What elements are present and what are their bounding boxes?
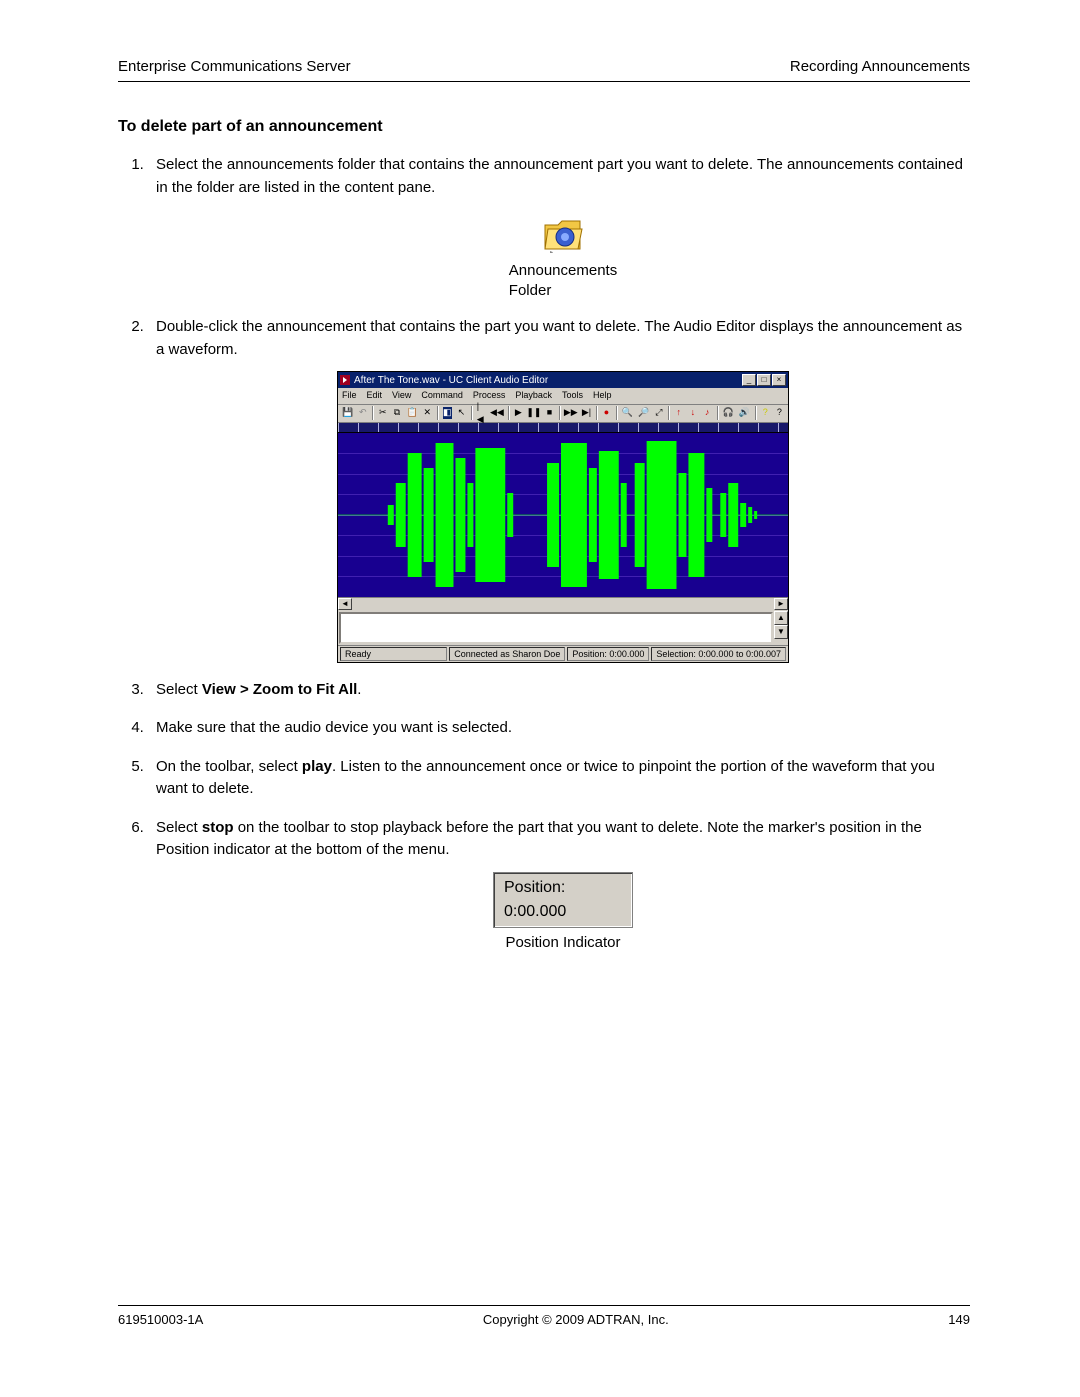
page-footer: 619510003-1A Copyright © 2009 ADTRAN, In… [118, 1305, 970, 1327]
menu-edit[interactable]: Edit [367, 389, 383, 403]
step-1-text: Select the announcements folder that con… [156, 156, 963, 196]
step-5-bold: play [302, 758, 332, 775]
rewind-icon[interactable]: ◀◀ [490, 406, 504, 420]
zoom-fit-icon[interactable]: ⤢ [653, 406, 664, 420]
record-icon[interactable]: ● [601, 406, 612, 420]
menu-tools[interactable]: Tools [562, 389, 583, 403]
paste-icon[interactable]: 📋 [406, 406, 419, 420]
skip-end-icon[interactable]: ▶| [581, 406, 592, 420]
stop-icon[interactable]: ■ [544, 406, 555, 420]
step-3-bold: View > Zoom to Fit All [202, 681, 357, 698]
step-3: Select View > Zoom to Fit All. [148, 679, 970, 702]
whatsthis-icon[interactable]: ? [774, 406, 785, 420]
app-icon [340, 375, 350, 385]
waveform-icon [338, 433, 788, 597]
status-selection: Selection: 0:00.000 to 0:00.007 [651, 647, 786, 661]
announcements-folder-figure: Announcements Folder [473, 213, 653, 300]
scroll-up-icon[interactable]: ▲ [774, 611, 788, 625]
step-2-text: Double-click the announcement that conta… [156, 318, 962, 358]
toolbar: 💾 ↶ ✂ ⧉ 📋 ✕ ◧ ↖ |◀ ◀◀ ▶ ❚❚ ■ [338, 405, 788, 423]
notes-textarea[interactable] [339, 612, 773, 644]
menu-view[interactable]: View [392, 389, 411, 403]
pause-icon[interactable]: ❚❚ [527, 406, 541, 420]
close-button[interactable]: × [772, 374, 786, 386]
status-connection: Connected as Sharon Doe [449, 647, 565, 661]
footer-docnum: 619510003-1A [118, 1312, 203, 1327]
notes-area: ▲ ▼ [338, 611, 788, 645]
page-header: Enterprise Communications Server Recordi… [118, 58, 970, 82]
delete-icon[interactable]: ✕ [422, 406, 433, 420]
menu-playback[interactable]: Playback [515, 389, 552, 403]
play-icon[interactable]: ▶ [513, 406, 524, 420]
statusbar: Ready Connected as Sharon Doe Position: … [338, 645, 788, 662]
step-3-pre: Select [156, 681, 202, 698]
horizontal-scrollbar[interactable]: ◄ ► [338, 597, 788, 611]
audio-editor-window: After The Tone.wav - UC Client Audio Edi… [337, 371, 789, 663]
step-6-post: on the toolbar to stop playback before t… [156, 819, 922, 859]
fastfwd-icon[interactable]: ▶▶ [564, 406, 578, 420]
folder-label: Announcements Folder [509, 261, 617, 300]
section-heading: To delete part of an announcement [118, 118, 970, 136]
step-1: Select the announcements folder that con… [148, 154, 970, 300]
volume-down-icon[interactable]: ↓ [687, 406, 698, 420]
step-4-text: Make sure that the audio device you want… [156, 719, 512, 736]
scroll-track[interactable] [352, 598, 774, 610]
menu-help[interactable]: Help [593, 389, 612, 403]
zoom-in-icon[interactable]: 🔍 [621, 406, 634, 420]
zoom-out-icon[interactable]: 🔎 [637, 406, 650, 420]
maximize-button[interactable]: □ [757, 374, 771, 386]
step-5: On the toolbar, select play. Listen to t… [148, 756, 970, 801]
device-icon[interactable]: 🎧 [721, 406, 734, 420]
header-right: Recording Announcements [790, 58, 970, 75]
help-icon[interactable]: ? [760, 406, 771, 420]
menu-command[interactable]: Command [421, 389, 463, 403]
select-icon[interactable]: ◧ [442, 406, 453, 420]
window-title: After The Tone.wav - UC Client Audio Edi… [354, 373, 742, 388]
step-2: Double-click the announcement that conta… [148, 316, 970, 663]
status-ready: Ready [340, 647, 447, 661]
step-list: Select the announcements folder that con… [118, 154, 970, 954]
copy-icon[interactable]: ⧉ [391, 406, 402, 420]
menubar: File Edit View Command Process Playback … [338, 388, 788, 405]
skip-start-icon[interactable]: |◀ [476, 406, 487, 420]
step-6-pre: Select [156, 819, 202, 836]
volume-icon[interactable]: ♪ [702, 406, 713, 420]
step-3-post: . [357, 681, 361, 698]
position-indicator-figure: Position: 0:00.000 Position Indicator [156, 872, 970, 955]
undo-icon[interactable]: ↶ [357, 406, 368, 420]
position-indicator-box: Position: 0:00.000 [493, 872, 633, 928]
step-5-pre: On the toolbar, select [156, 758, 302, 775]
save-icon[interactable]: 💾 [341, 406, 354, 420]
position-indicator-label: Position Indicator [505, 932, 620, 955]
speaker-icon[interactable]: 🔊 [738, 406, 751, 420]
scroll-right-icon[interactable]: ► [774, 598, 788, 610]
waveform-display[interactable] [338, 433, 788, 597]
scroll-left-icon[interactable]: ◄ [338, 598, 352, 610]
time-ruler[interactable] [338, 423, 788, 433]
titlebar: After The Tone.wav - UC Client Audio Edi… [338, 372, 788, 388]
header-left: Enterprise Communications Server [118, 58, 351, 75]
footer-pagenum: 149 [948, 1312, 970, 1327]
volume-up-icon[interactable]: ↑ [673, 406, 684, 420]
step-4: Make sure that the audio device you want… [148, 717, 970, 740]
footer-copyright: Copyright © 2009 ADTRAN, Inc. [483, 1312, 669, 1327]
cut-icon[interactable]: ✂ [377, 406, 388, 420]
cursor-icon[interactable]: ↖ [456, 406, 467, 420]
menu-file[interactable]: File [342, 389, 357, 403]
step-6: Select stop on the toolbar to stop playb… [148, 817, 970, 955]
status-position: Position: 0:00.000 [567, 647, 649, 661]
step-6-bold: stop [202, 819, 234, 836]
vertical-scrollbar[interactable]: ▲ ▼ [774, 611, 788, 645]
minimize-button[interactable]: _ [742, 374, 756, 386]
scroll-down-icon[interactable]: ▼ [774, 625, 788, 639]
folder-icon [542, 213, 584, 255]
